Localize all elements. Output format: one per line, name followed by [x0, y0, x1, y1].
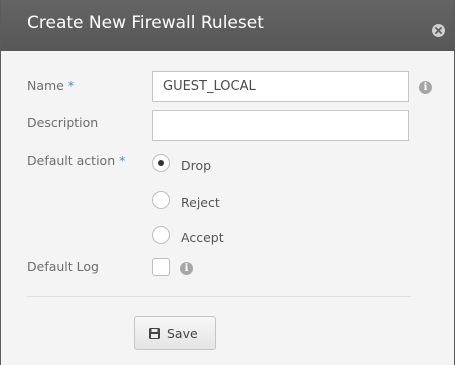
name-input[interactable]	[152, 71, 409, 102]
default-log-label: Default Log	[27, 259, 99, 274]
info-icon[interactable]: i	[419, 81, 432, 94]
accept-radio-label: Accept	[181, 230, 224, 245]
default-log-label-text: Default Log	[27, 259, 99, 274]
accept-radio[interactable]	[152, 226, 170, 244]
drop-radio-label: Drop	[181, 158, 212, 173]
default-action-label-text: Default action	[27, 153, 116, 168]
name-label: Name *	[27, 78, 74, 93]
description-input[interactable]	[152, 110, 409, 141]
dialog-titlebar: Create New Firewall Ruleset	[1, 0, 454, 51]
default-log-checkbox[interactable]	[152, 258, 170, 276]
save-button-label: Save	[167, 326, 198, 341]
floppy-disk-icon	[149, 328, 160, 339]
default-action-label: Default action *	[27, 153, 125, 168]
info-icon[interactable]: i	[180, 262, 193, 275]
description-label: Description	[27, 115, 98, 130]
drop-radio[interactable]	[152, 154, 170, 172]
reject-radio-label: Reject	[181, 195, 220, 210]
reject-radio[interactable]	[152, 191, 170, 209]
name-label-text: Name	[27, 78, 64, 93]
required-marker: *	[67, 78, 75, 93]
radio-selected-dot	[158, 160, 164, 166]
save-button[interactable]: Save	[134, 316, 216, 350]
divider	[27, 296, 411, 297]
dialog-title: Create New Firewall Ruleset	[27, 13, 264, 33]
create-ruleset-dialog: Create New Firewall Ruleset Name * i Des…	[0, 0, 455, 365]
close-icon[interactable]	[432, 24, 445, 37]
description-label-text: Description	[27, 115, 99, 130]
required-marker: *	[119, 153, 126, 168]
